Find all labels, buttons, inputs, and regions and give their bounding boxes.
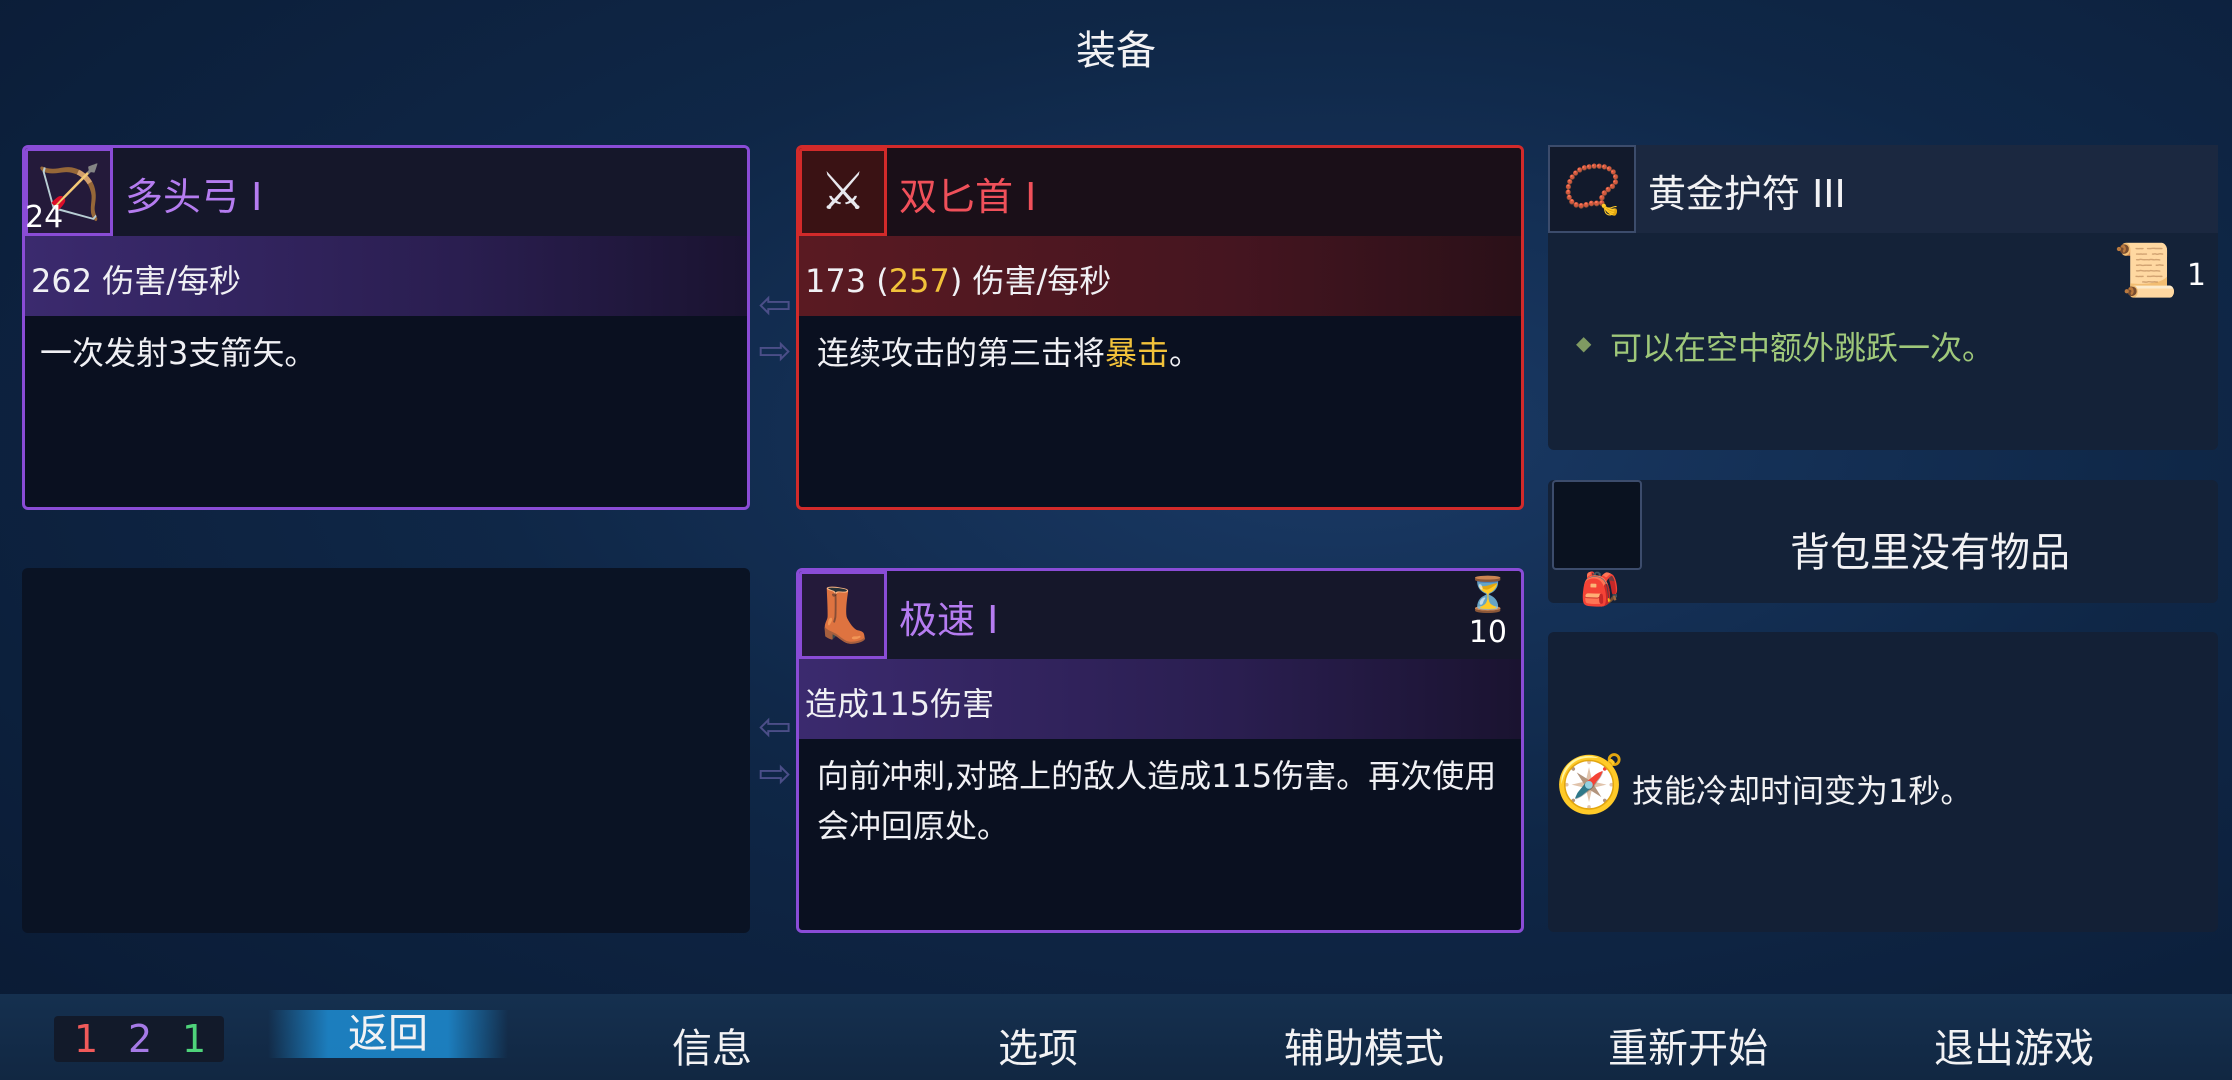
swap-right-arrow-icon[interactable]: ⇨ bbox=[750, 754, 800, 794]
skill-card[interactable]: 👢 极速 I ⏳ 10 造成115伤害 向前冲刺,对路上的敌人造成115伤害。再… bbox=[796, 568, 1524, 933]
back-button[interactable]: 返回 bbox=[268, 1010, 508, 1058]
skill-description: 向前冲刺,对路上的敌人造成115伤害。再次使用会冲回原处。 bbox=[817, 757, 1497, 845]
brutality-count: 1 bbox=[74, 1017, 99, 1061]
amulet-description: 可以在空中额外跳跃一次。 bbox=[1610, 329, 1995, 367]
swap-left-arrow-icon[interactable]: ⇦ bbox=[750, 707, 800, 747]
info-button[interactable]: 信息 bbox=[602, 1016, 822, 1074]
bullet-icon: ◆ bbox=[1576, 331, 1592, 355]
backpack-icon: 🎒 bbox=[1580, 570, 1620, 608]
scroll-counters: 1 2 1 bbox=[54, 1016, 224, 1062]
twin-daggers-icon: ⚔ bbox=[799, 148, 887, 236]
weapon-name: 双匕首 I bbox=[899, 175, 1037, 219]
cooldown-indicator: ⏳ 10 bbox=[1467, 575, 1509, 650]
survival-count: 1 bbox=[182, 1017, 207, 1061]
amulet-name: 黄金护符 III bbox=[1648, 172, 1846, 216]
skill-damage: 造成115伤害 bbox=[799, 659, 1521, 739]
swap-right-arrow-icon[interactable]: ⇨ bbox=[750, 331, 800, 371]
backpack-empty-text: 背包里没有物品 bbox=[1790, 530, 2070, 576]
weapon-dps: 173 (257) 伤害/每秒 bbox=[799, 236, 1521, 316]
mutation-icon[interactable]: 🧭 bbox=[1552, 746, 1628, 822]
options-button[interactable]: 选项 bbox=[928, 1016, 1148, 1074]
cooldown-value: 10 bbox=[1468, 615, 1507, 650]
tactics-count: 2 bbox=[128, 1017, 153, 1061]
ammo-count: 24 bbox=[25, 200, 64, 235]
swap-left-arrow-icon[interactable]: ⇦ bbox=[750, 285, 800, 325]
mutation-description: 技能冷却时间变为1秒。 bbox=[1632, 772, 1973, 810]
crit-keyword: 暴击 bbox=[1105, 334, 1170, 372]
backpack-slot[interactable] bbox=[1552, 480, 1642, 570]
restart-button[interactable]: 重新开始 bbox=[1578, 1016, 1798, 1074]
skill-name: 极速 I bbox=[899, 598, 999, 642]
scroll-count: 1 bbox=[2186, 258, 2206, 293]
empty-skill-slot[interactable] bbox=[22, 568, 750, 933]
quit-game-button[interactable]: 退出游戏 bbox=[1904, 1016, 2124, 1074]
speed-boots-icon: 👢 bbox=[799, 571, 887, 659]
weapon-description: 一次发射3支箭矢。 bbox=[40, 334, 317, 372]
boosted-dps: 257 bbox=[888, 262, 950, 300]
bottom-menu-bar: 1 2 1 返回 信息 选项 辅助模式 重新开始 退出游戏 bbox=[0, 994, 2232, 1080]
amulet-icon: 📿 bbox=[1548, 145, 1636, 233]
weapon-description: 连续攻击的第三击将暴击。 bbox=[817, 334, 1202, 372]
scroll-icon: 📜 bbox=[2113, 241, 2178, 301]
weapon-dps: 262 伤害/每秒 bbox=[25, 236, 747, 316]
page-title: 装备 bbox=[1076, 28, 1156, 74]
weapon-card-secondary[interactable]: ⚔ 双匕首 I 173 (257) 伤害/每秒 连续攻击的第三击将暴击。 bbox=[796, 145, 1524, 510]
hourglass-icon: ⏳ bbox=[1466, 575, 1509, 615]
amulet-panel[interactable]: 📿 黄金护符 III 📜 1 ◆ 可以在空中额外跳跃一次。 bbox=[1548, 145, 2218, 450]
weapon-card-primary[interactable]: 🏹 24 多头弓 I 262 伤害/每秒 一次发射3支箭矢。 bbox=[22, 145, 750, 510]
weapon-name: 多头弓 I bbox=[125, 175, 263, 219]
assist-mode-button[interactable]: 辅助模式 bbox=[1254, 1016, 1474, 1074]
